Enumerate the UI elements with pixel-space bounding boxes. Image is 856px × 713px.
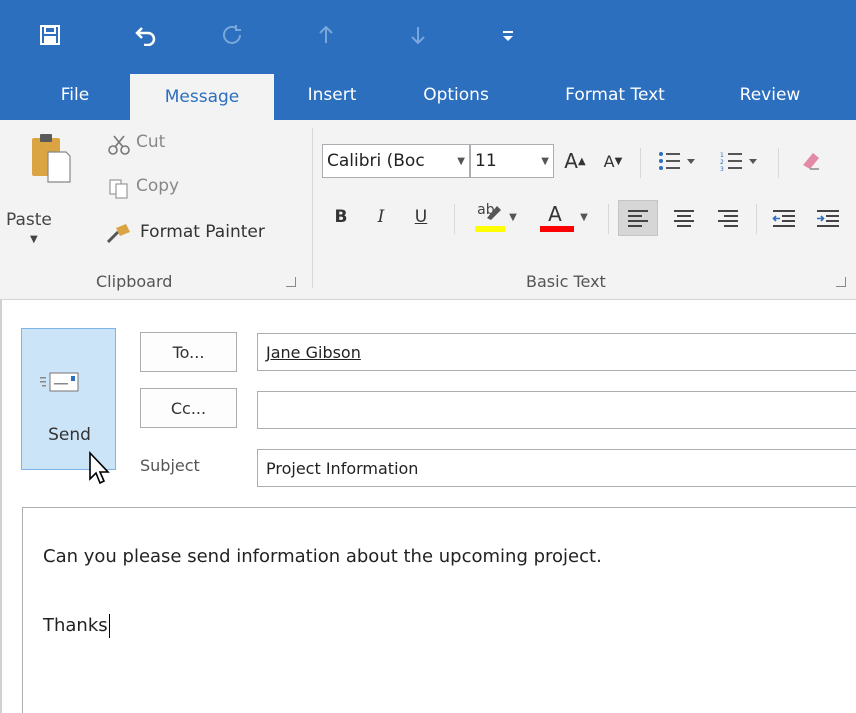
- decrease-indent-icon: [772, 210, 795, 227]
- bold-button[interactable]: B: [326, 200, 356, 234]
- subject-label: Subject: [140, 456, 200, 475]
- highlight-color-swatch: [475, 226, 506, 232]
- increase-indent-icon: [817, 210, 839, 227]
- svg-text:2: 2: [720, 159, 724, 166]
- font-color-button[interactable]: A ▼: [532, 200, 596, 234]
- save-icon[interactable]: [36, 20, 64, 50]
- divider: [640, 148, 641, 178]
- align-center-button[interactable]: [664, 200, 704, 236]
- redo-icon: [218, 20, 246, 50]
- basic-text-group-label: Basic Text: [526, 272, 606, 291]
- basic-text-dialog-launcher[interactable]: [836, 277, 846, 287]
- align-right-icon: [718, 210, 738, 227]
- numbering-button[interactable]: 1 2 3: [712, 144, 766, 178]
- divider: [454, 204, 455, 234]
- tab-message[interactable]: Message: [130, 74, 274, 120]
- divider: [756, 204, 757, 234]
- body-line-1: Can you please send information about th…: [43, 546, 602, 567]
- to-field[interactable]: Jane Gibson: [257, 333, 856, 371]
- tab-file[interactable]: File: [40, 70, 110, 120]
- subject-value: Project Information: [266, 458, 419, 478]
- ribbon: Paste ▼ Cut Copy Format Painter Clipboar…: [0, 120, 856, 300]
- send-label: Send: [48, 425, 91, 445]
- down-arrow-icon: [404, 20, 432, 50]
- align-left-icon: [628, 210, 648, 227]
- font-color-icon: A: [540, 202, 575, 232]
- italic-button[interactable]: I: [366, 200, 396, 234]
- send-envelope-icon: [40, 372, 79, 392]
- mouse-pointer-icon: [89, 451, 110, 485]
- text-caret: [108, 614, 110, 638]
- eraser-icon: [803, 153, 819, 170]
- font-name-dropdown-icon[interactable]: ▼: [457, 145, 465, 179]
- ribbon-tabs: File Message Insert Options Format Text …: [0, 70, 856, 120]
- grow-font-button[interactable]: A ▲: [560, 144, 590, 178]
- group-separator: [312, 128, 313, 288]
- tab-insert[interactable]: Insert: [290, 70, 374, 120]
- to-recipient[interactable]: Jane Gibson: [266, 343, 361, 362]
- grow-font-icon: A: [564, 149, 578, 173]
- highlight-dropdown-icon[interactable]: ▼: [509, 212, 517, 223]
- font-name-combo[interactable]: Calibri (Boc ▼: [322, 144, 470, 178]
- highlight-button[interactable]: ab ▼: [466, 200, 526, 234]
- undo-icon[interactable]: [132, 20, 160, 50]
- tab-format-text[interactable]: Format Text: [540, 70, 690, 120]
- bullets-button[interactable]: [650, 144, 704, 178]
- tab-options[interactable]: Options: [404, 70, 508, 120]
- divider: [608, 204, 609, 234]
- clear-formatting-button[interactable]: [790, 144, 830, 178]
- quick-access-toolbar: [0, 0, 856, 70]
- bullets-icon: [659, 152, 695, 170]
- font-color-dropdown-icon[interactable]: ▼: [580, 212, 588, 223]
- font-name-value: Calibri (Boc: [327, 151, 425, 171]
- format-painter-button[interactable]: Format Painter: [104, 220, 300, 250]
- paste-icon: [32, 134, 71, 183]
- numbering-icon: 1 2 3: [720, 152, 757, 172]
- copy-button[interactable]: Copy: [104, 176, 204, 204]
- font-size-value: 11: [475, 151, 497, 171]
- message-body[interactable]: Can you please send information about th…: [22, 507, 856, 713]
- customize-toolbar-icon[interactable]: [494, 20, 522, 50]
- copy-label: Copy: [136, 176, 180, 196]
- shrink-font-button[interactable]: A ▼: [598, 144, 628, 178]
- align-left-button[interactable]: [618, 200, 658, 236]
- up-arrow-icon: [312, 20, 340, 50]
- tab-review[interactable]: Review: [720, 70, 820, 120]
- decrease-indent-button[interactable]: [764, 200, 804, 236]
- font-color-letter: A: [548, 202, 562, 226]
- paste-button[interactable]: Paste ▼: [6, 126, 90, 252]
- format-painter-label: Format Painter: [140, 222, 265, 242]
- format-painter-icon: [106, 224, 130, 244]
- align-right-button[interactable]: [708, 200, 748, 236]
- cut-button[interactable]: Cut: [104, 132, 204, 160]
- underline-button[interactable]: U: [406, 200, 436, 234]
- font-size-dropdown-icon[interactable]: ▼: [541, 145, 549, 179]
- to-button[interactable]: To...: [140, 332, 237, 372]
- highlighter-icon: ab: [475, 202, 506, 232]
- cc-button[interactable]: Cc...: [140, 388, 237, 428]
- svg-text:1: 1: [720, 152, 724, 159]
- cut-label: Cut: [136, 132, 166, 152]
- clipboard-group-label: Clipboard: [96, 272, 173, 291]
- increase-indent-button[interactable]: [808, 200, 848, 236]
- window-left-border: [0, 300, 2, 713]
- cc-field[interactable]: [257, 391, 856, 429]
- divider: [778, 148, 779, 178]
- paste-dropdown-icon[interactable]: ▼: [30, 234, 38, 245]
- body-line-2: Thanks: [43, 614, 110, 638]
- body-line-2-text: Thanks: [43, 615, 108, 636]
- paste-label: Paste: [6, 210, 52, 230]
- send-button[interactable]: Send: [21, 328, 116, 470]
- font-color-swatch: [540, 226, 575, 232]
- font-size-combo[interactable]: 11 ▼: [470, 144, 554, 178]
- subject-field[interactable]: Project Information: [257, 449, 856, 487]
- clipboard-dialog-launcher[interactable]: [286, 277, 296, 287]
- shrink-font-icon: A: [603, 151, 615, 171]
- align-center-icon: [674, 210, 694, 227]
- copy-icon: [109, 179, 128, 199]
- svg-text:3: 3: [720, 166, 724, 172]
- scissors-icon: [108, 135, 130, 155]
